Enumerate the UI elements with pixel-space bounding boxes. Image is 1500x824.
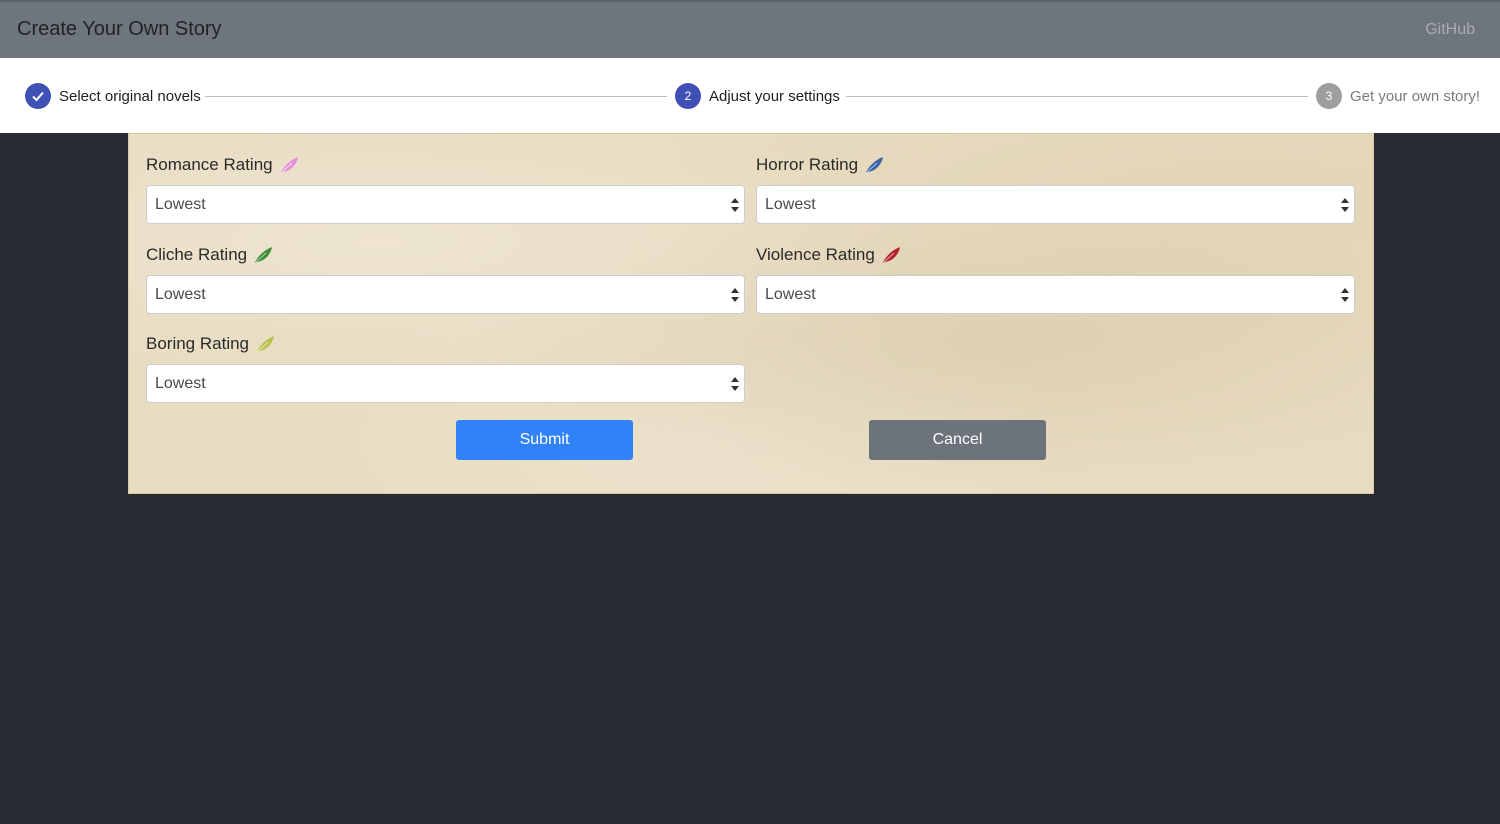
cliche-rating-label: Cliche Rating xyxy=(146,244,274,266)
step-number-badge: 2 xyxy=(675,83,701,109)
github-link[interactable]: GitHub xyxy=(1425,21,1475,39)
select-value: Lowest xyxy=(155,195,206,213)
cliche-rating-select[interactable]: Lowest xyxy=(146,275,745,314)
feather-icon xyxy=(255,336,275,354)
field-label-text: Horror Rating xyxy=(756,155,859,174)
horror-rating-select[interactable]: Lowest xyxy=(756,185,1355,224)
select-arrows-icon xyxy=(731,377,739,391)
violence-rating-label: Violence Rating xyxy=(756,244,902,266)
romance-rating-label: Romance Rating xyxy=(146,154,300,176)
step-connector xyxy=(205,96,667,97)
check-icon xyxy=(32,91,44,102)
select-value: Lowest xyxy=(765,195,816,213)
select-arrows-icon xyxy=(1341,198,1349,212)
step-label: Get your own story! xyxy=(1350,87,1481,105)
select-arrows-icon xyxy=(731,198,739,212)
settings-form: Romance Rating Lowest Horror Rating Lowe… xyxy=(128,133,1374,494)
field-label-text: Cliche Rating xyxy=(146,245,248,264)
select-value: Lowest xyxy=(155,374,206,392)
select-arrows-icon xyxy=(731,288,739,302)
field-label-text: Boring Rating xyxy=(146,334,250,353)
feather-icon xyxy=(279,157,298,175)
select-arrows-icon xyxy=(1341,288,1349,302)
step-label: Select original novels xyxy=(59,87,201,105)
boring-rating-label: Boring Rating xyxy=(146,333,276,355)
horror-rating-label: Horror Rating xyxy=(756,154,885,176)
romance-rating-select[interactable]: Lowest xyxy=(146,185,745,224)
feather-icon xyxy=(253,247,273,265)
top-navbar: Create Your Own Story GitHub xyxy=(0,0,1500,58)
select-value: Lowest xyxy=(155,285,206,303)
feather-icon xyxy=(864,157,884,175)
step-completed-badge xyxy=(25,83,51,109)
select-value: Lowest xyxy=(765,285,816,303)
submit-button[interactable]: Submit xyxy=(456,420,633,460)
step-number-badge: 3 xyxy=(1316,83,1342,109)
step-adjust-settings[interactable]: 2 Adjust your settings xyxy=(675,83,840,109)
violence-rating-select[interactable]: Lowest xyxy=(756,275,1355,314)
boring-rating-select[interactable]: Lowest xyxy=(146,364,745,403)
step-connector xyxy=(846,96,1308,97)
step-select-novels[interactable]: Select original novels xyxy=(25,83,201,109)
field-label-text: Romance Rating xyxy=(146,155,273,174)
feather-icon xyxy=(881,247,900,265)
step-get-story[interactable]: 3 Get your own story! xyxy=(1316,83,1480,109)
app-title: Create Your Own Story xyxy=(17,18,222,40)
cancel-button[interactable]: Cancel xyxy=(869,420,1046,460)
field-label-text: Violence Rating xyxy=(756,245,875,264)
step-label: Adjust your settings xyxy=(709,87,840,105)
